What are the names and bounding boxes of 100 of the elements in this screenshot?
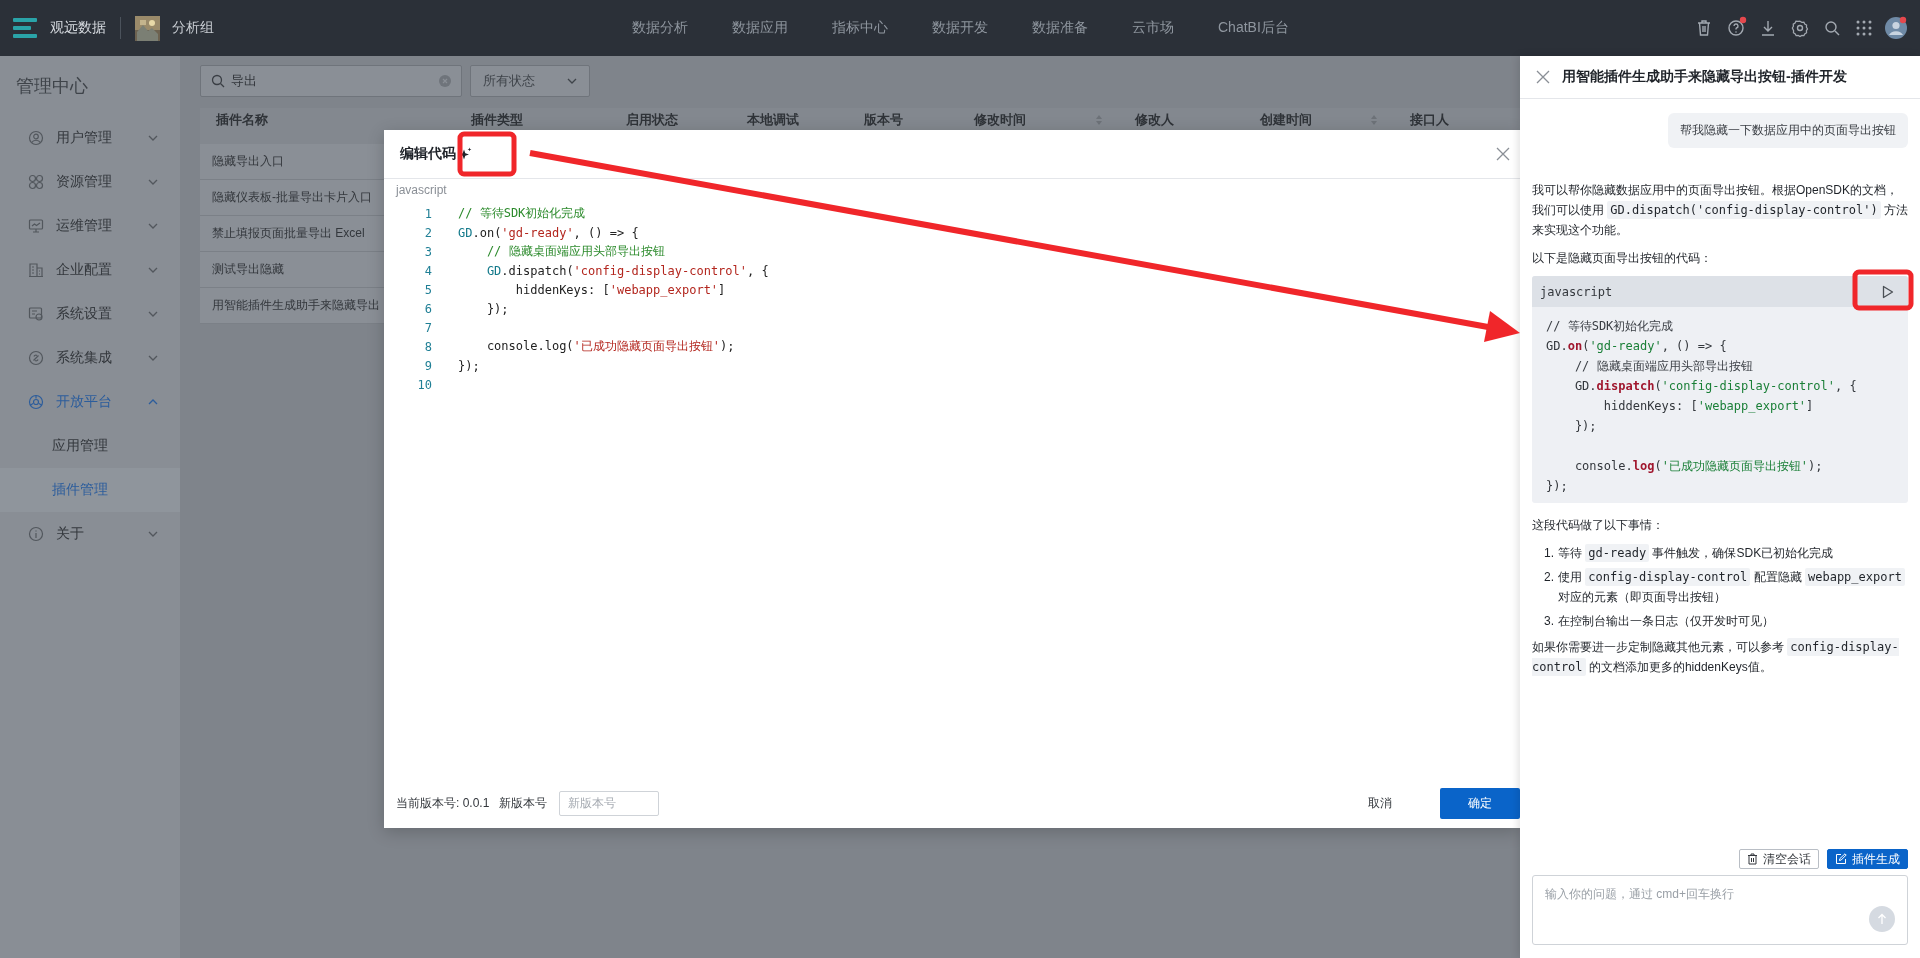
chevron-icon xyxy=(148,179,158,185)
table-cell: 隐藏仪表板-批量导出卡片入口 xyxy=(212,189,372,206)
sidebar-item[interactable]: 系统集成 xyxy=(0,336,180,380)
sidebar-item[interactable]: 开放平台 xyxy=(0,380,180,424)
chat-input[interactable]: 输入你的问题，通过 cmd+回车换行 xyxy=(1532,875,1908,945)
chevron-icon xyxy=(148,399,158,405)
current-version-text: 当前版本号: 0.0.1 xyxy=(396,794,490,812)
table-cell: 用智能插件生成助手来隐藏导出 xyxy=(212,297,380,314)
code-line: // 隐藏桌面端应用头部导出按钮 xyxy=(1573,358,1753,375)
confirm-button[interactable]: 确定 xyxy=(1440,787,1520,819)
code-line: hiddenKeys: ['webapp_export'] xyxy=(1602,398,1814,415)
code-line: GD.on('gd-ready', () => { xyxy=(1546,338,1727,355)
code-language: javascript xyxy=(1540,284,1613,299)
panel-title: 用智能插件生成助手来隐藏导出按钮-插件开发 xyxy=(1562,68,1847,86)
sidebar-item[interactable]: 系统设置 xyxy=(0,292,180,336)
column-header: 接口人 xyxy=(1410,112,1449,128)
nav-tab[interactable]: ChatBI后台 xyxy=(1218,19,1289,37)
line-number: 6 xyxy=(423,301,433,316)
platform-icon xyxy=(28,394,44,410)
highlight-box xyxy=(457,131,517,177)
code-line: }); xyxy=(458,358,480,373)
nav-tab[interactable]: 云市场 xyxy=(1132,19,1174,37)
column-header: 插件名称 xyxy=(216,112,268,128)
code-line: console.log('已成功隐藏页面导出按钮'); xyxy=(485,338,735,355)
line-number: 4 xyxy=(423,263,433,278)
group-name[interactable]: 分析组 xyxy=(172,19,214,37)
arrow-up-icon xyxy=(1877,913,1887,925)
user-message: 帮我隐藏一下数据应用中的页面导出按钮 xyxy=(1668,113,1908,148)
language-label: javascript xyxy=(394,182,448,199)
sidebar-item[interactable]: 运维管理 xyxy=(0,204,180,248)
dialog-title: 编辑代码 xyxy=(400,145,456,163)
list-text: 在控制台输出一条日志（仅开发时可见） xyxy=(1558,613,1774,630)
close-icon xyxy=(1536,70,1550,84)
sidebar-title: 管理中心 xyxy=(15,75,89,98)
nav-tab[interactable]: 数据准备 xyxy=(1032,19,1088,37)
monitor-icon xyxy=(28,218,44,234)
link-icon xyxy=(28,350,44,366)
chevron-icon xyxy=(148,311,158,317)
building-icon xyxy=(28,262,44,278)
sidebar-subitem[interactable]: 应用管理 xyxy=(0,424,180,468)
message-text: 我可以帮你隐藏数据应用中的页面导出按钮。根据OpenSDK的文档，我们可以使用 GD.dispatch('config-display-control') 方法来实现这个功能。 xyxy=(1532,182,1908,239)
search-field[interactable]: 导出 xyxy=(200,65,462,97)
code-line: }); xyxy=(485,301,509,316)
status-dropdown[interactable]: 所有状态 xyxy=(470,65,590,97)
nav-tab[interactable]: 指标中心 xyxy=(832,19,888,37)
table-cell: 测试导出隐藏 xyxy=(212,261,284,278)
line-number: 7 xyxy=(423,320,433,335)
list-marker: 2. xyxy=(1544,569,1554,586)
line-number: 10 xyxy=(416,377,433,392)
settings-icon xyxy=(28,306,44,322)
chevron-icon xyxy=(148,355,158,361)
avatar-icon[interactable] xyxy=(1884,16,1908,40)
column-header: 启用状态 xyxy=(626,112,678,128)
chevron-icon xyxy=(148,135,158,141)
code-line: // 等待SDK初始化完成 xyxy=(458,205,586,222)
line-number: 1 xyxy=(423,206,433,221)
code-line: GD.dispatch('config-display-control', { xyxy=(485,263,769,278)
chevron-icon xyxy=(148,267,158,273)
user-icon xyxy=(28,130,44,146)
highlight-box xyxy=(1852,269,1914,311)
code-line: GD.on('gd-ready', () => { xyxy=(458,225,639,240)
column-header: 版本号 xyxy=(864,112,903,128)
list-text: 使用 config-display-control 配置隐藏 webapp_export 对应的元素（即页面导出按钮） xyxy=(1558,567,1908,607)
column-header[interactable]: 修改时间 xyxy=(974,112,1026,128)
sidebar-item[interactable]: 用户管理 xyxy=(0,116,180,160)
column-header: 本地调试 xyxy=(747,112,799,128)
code-line: }); xyxy=(1546,478,1568,495)
sidebar-subitem[interactable]: 插件管理 xyxy=(0,468,180,512)
table-cell: 隐藏导出入口 xyxy=(212,153,284,170)
column-header: 修改人 xyxy=(1135,112,1174,128)
sidebar-item[interactable]: 企业配置 xyxy=(0,248,180,292)
list-text: 等待 gd-ready 事件触发，确保SDK已初始化完成 xyxy=(1558,543,1834,563)
list-marker: 1. xyxy=(1544,545,1554,562)
brand-name: 观远数据 xyxy=(50,19,106,37)
close-button[interactable] xyxy=(1534,68,1552,86)
line-number: 3 xyxy=(423,244,433,259)
play-icon xyxy=(1882,284,1894,299)
nav-tab[interactable]: 数据应用 xyxy=(732,19,788,37)
cancel-button[interactable]: 取消 xyxy=(1360,788,1400,818)
logo-icon[interactable] xyxy=(12,16,38,40)
generate-plugin-button[interactable]: 插件生成 xyxy=(1827,849,1908,869)
code-line: hiddenKeys: ['webapp_export'] xyxy=(514,282,726,297)
code-line: // 隐藏桌面端应用头部导出按钮 xyxy=(485,243,665,260)
nav-tab[interactable]: 数据开发 xyxy=(932,19,988,37)
code-line: console.log('已成功隐藏页面导出按钮'); xyxy=(1573,458,1823,475)
trash-icon xyxy=(1747,853,1758,865)
line-number: 5 xyxy=(423,282,433,297)
line-number: 2 xyxy=(423,225,433,240)
version-input[interactable]: 新版本号 xyxy=(559,790,660,816)
clear-chat-button[interactable]: 清空会话 xyxy=(1739,849,1819,869)
nav-tab[interactable]: 数据分析 xyxy=(632,19,688,37)
chevron-icon xyxy=(148,531,158,537)
sidebar-item[interactable]: 关于 xyxy=(0,512,180,556)
message-text: 以下是隐藏页面导出按钮的代码： xyxy=(1532,250,1713,267)
close-icon xyxy=(1496,147,1510,161)
search-icon xyxy=(211,74,225,88)
sidebar-item[interactable]: 资源管理 xyxy=(0,160,180,204)
apps-icon xyxy=(28,174,44,190)
column-header[interactable]: 创建时间 xyxy=(1260,112,1312,128)
table-cell: 禁止填报页面批量导出 Excel xyxy=(212,225,365,242)
